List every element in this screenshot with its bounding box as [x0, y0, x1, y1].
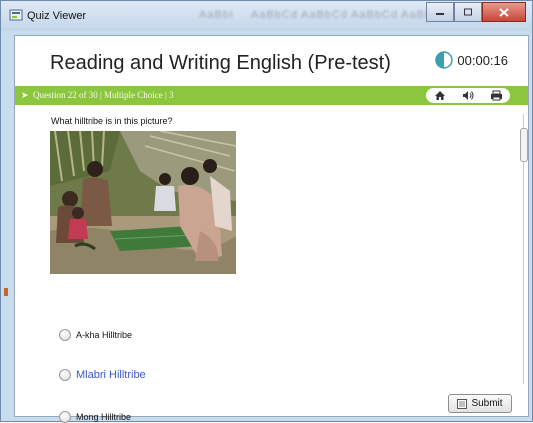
background-ghost-text: AaBbI	[199, 9, 234, 21]
close-button[interactable]	[482, 2, 526, 22]
audio-button[interactable]	[461, 90, 475, 102]
title-bar: Quiz Viewer AaBbI AaBbCd AaBbCd AaBbCd A…	[1, 1, 532, 31]
radio-button[interactable]	[59, 369, 71, 381]
question-content: What hilltribe is in this picture? A-kha…	[15, 108, 515, 423]
quiz-header: Reading and Writing English (Pre-test) 0…	[15, 36, 528, 84]
home-button[interactable]	[433, 90, 447, 102]
toolbar	[426, 88, 510, 103]
timer-value: 00:00:16	[457, 52, 508, 68]
radio-button[interactable]	[59, 411, 71, 423]
chevron-right-icon: ➤	[21, 90, 29, 100]
answer-option[interactable]: Mlabri Hilltribe	[59, 369, 146, 381]
question-text: What hilltribe is in this picture?	[51, 116, 173, 126]
background-ghost-text: AaBbCd	[351, 9, 398, 21]
quiz-title: Reading and Writing English (Pre-test)	[50, 52, 391, 74]
option-label: Mlabri Hilltribe	[76, 369, 146, 381]
scroll-thumb[interactable]	[520, 128, 528, 162]
quiz-viewer-icon	[9, 9, 23, 21]
window-title: Quiz Viewer	[27, 10, 87, 22]
window-controls	[426, 2, 526, 22]
close-icon	[499, 7, 509, 17]
question-progress: Question 22 of 30 | Multiple Choice | 3	[33, 90, 174, 100]
submit-icon	[457, 398, 468, 409]
timer: 00:00:16	[435, 51, 508, 69]
option-label: A-kha Hilltribe	[76, 330, 133, 340]
maximize-button[interactable]	[454, 2, 482, 22]
answer-option[interactable]: Mong Hilltribe	[59, 411, 131, 423]
home-icon	[435, 91, 445, 100]
submit-button[interactable]: Submit	[448, 394, 512, 413]
quiz-panel: Reading and Writing English (Pre-test) 0…	[14, 35, 529, 423]
question-bar: ➤ Question 22 of 30 | Multiple Choice | …	[15, 86, 528, 105]
minimize-icon	[436, 13, 444, 15]
timer-icon	[435, 51, 454, 69]
background-ghost-text: AaBbCd	[251, 9, 298, 21]
background-edge-mark	[4, 288, 8, 296]
option-label: Mong Hilltribe	[76, 412, 132, 422]
answer-option[interactable]: A-kha Hilltribe	[59, 329, 132, 341]
print-button[interactable]	[489, 90, 503, 102]
maximize-icon	[464, 8, 472, 16]
print-icon	[490, 90, 502, 101]
minimize-button[interactable]	[426, 2, 454, 22]
speaker-icon	[462, 91, 473, 100]
quiz-viewer-window: Quiz Viewer AaBbI AaBbCd AaBbCd AaBbCd A…	[0, 0, 533, 423]
radio-button[interactable]	[59, 329, 71, 341]
vertical-scrollbar[interactable]	[520, 114, 528, 384]
background-ghost-text: AaBbCd	[301, 9, 348, 21]
hilltribe-photo	[50, 131, 236, 274]
submit-label: Submit	[471, 398, 503, 409]
